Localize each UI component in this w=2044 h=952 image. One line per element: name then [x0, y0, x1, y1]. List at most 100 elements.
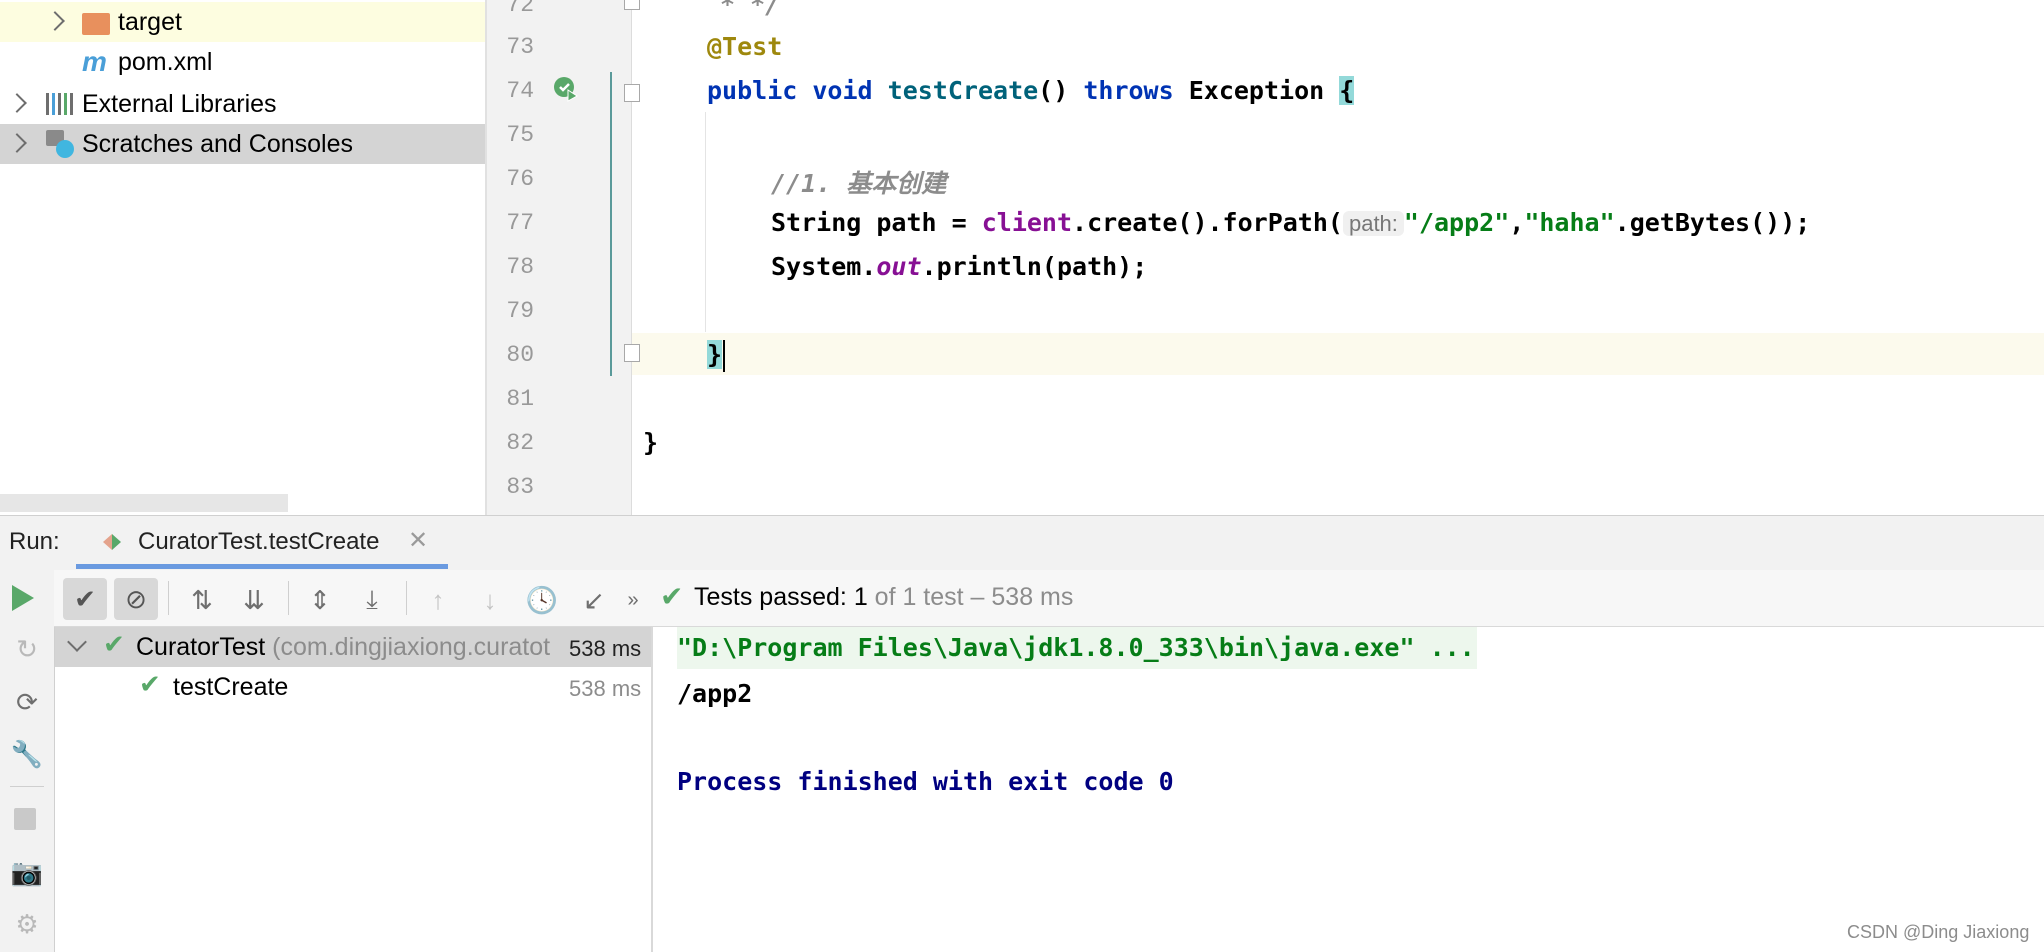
close-tab-icon[interactable]: ✕ [408, 526, 428, 555]
test-history-icon[interactable]: 🕓 [522, 580, 562, 620]
code-token: testCreate [887, 76, 1039, 105]
code-line-72: * */ [720, 0, 780, 19]
settings-wrench-icon[interactable]: 🔧 [8, 735, 46, 773]
console-output-line: /app2 [677, 679, 753, 708]
toolbar-separator [406, 581, 407, 615]
code-token: throws [1083, 76, 1174, 105]
line-number: 73 [506, 34, 534, 60]
test-node-root[interactable]: ✔ CuratorTest (com.dingjiaxiong.curatot … [55, 627, 651, 667]
console-command-line[interactable]: "D:\Program Files\Java\jdk1.8.0_333\bin\… [677, 627, 1477, 669]
more-actions-icon[interactable]: » [622, 580, 644, 620]
code-line-82: } [643, 428, 658, 457]
line-number: 77 [506, 210, 534, 236]
line-number: 72 [506, 0, 534, 18]
folder-icon [82, 13, 110, 35]
tree-item-label: Scratches and Consoles [82, 130, 353, 158]
code-line-80: } [707, 340, 723, 369]
text-cursor [723, 340, 725, 372]
toolbar-separator [288, 581, 289, 615]
chevron-down-icon[interactable] [67, 632, 87, 652]
fold-marker-icon[interactable] [624, 344, 640, 362]
test-class-name: CuratorTest [136, 633, 266, 661]
library-icon [46, 93, 74, 115]
fold-marker-icon[interactable] [624, 0, 640, 10]
previous-failed-icon[interactable]: ↑ [418, 580, 458, 620]
tree-item-scratches[interactable]: Scratches and Consoles [0, 124, 485, 164]
line-number: 76 [506, 166, 534, 192]
code-token: System. [771, 252, 877, 281]
line-number: 81 [506, 386, 534, 412]
rerun-failed-icon[interactable]: ↻ [8, 630, 46, 668]
line-number: 74 [506, 78, 534, 104]
tree-item-external-libraries[interactable]: External Libraries [0, 84, 485, 124]
sort-by-duration-icon[interactable]: ⇊ [234, 580, 274, 620]
console-output[interactable]: "D:\Program Files\Java\jdk1.8.0_333\bin\… [653, 627, 2044, 952]
test-method-name: testCreate [173, 673, 289, 701]
toolbar-divider [10, 786, 44, 787]
tree-item-target[interactable]: target [0, 2, 485, 42]
current-line-highlight [632, 333, 2044, 375]
show-passed-icon[interactable]: ✔ [63, 578, 107, 620]
code-token: "/app2" [1403, 208, 1510, 237]
horizontal-scrollbar[interactable] [0, 494, 288, 512]
code-token: out [876, 252, 922, 281]
test-node-label: CuratorTest (com.dingjiaxiong.curatot [136, 633, 618, 662]
console-exit-line: Process finished with exit code 0 [677, 767, 1174, 796]
toolbar-separator [168, 581, 169, 615]
tree-item-label: target [118, 8, 182, 36]
code-editor[interactable]: 72 73 74 75 76 77 78 79 80 81 82 83 * */… [487, 0, 2044, 515]
run-tool-header: Run: CuratorTest.testCreate ✕ [0, 515, 2044, 571]
code-token: @Test [707, 32, 783, 61]
run-tab[interactable]: CuratorTest.testCreate ✕ [76, 516, 448, 571]
line-number: 80 [506, 342, 534, 368]
collapse-all-icon[interactable]: ⤓ [352, 580, 392, 620]
show-ignored-icon[interactable]: ⊘ [114, 578, 158, 620]
line-number: 83 [506, 474, 534, 500]
run-tab-label: CuratorTest.testCreate [138, 528, 380, 555]
chevron-right-icon[interactable] [7, 93, 27, 113]
run-test-gutter-icon[interactable] [553, 76, 579, 102]
import-tests-icon[interactable]: ↙ [574, 580, 614, 620]
tree-item-label: External Libraries [82, 90, 277, 118]
scope-indicator [610, 72, 612, 376]
code-token: } [707, 340, 723, 369]
tree-item-label: pom.xml [118, 48, 213, 76]
active-tab-underline [76, 564, 448, 569]
line-number: 79 [506, 298, 534, 324]
code-token: .create().forPath( [1072, 208, 1343, 237]
chevron-right-icon[interactable] [45, 11, 65, 31]
code-line-74: public void testCreate() throws Exceptio… [707, 76, 1355, 105]
code-token: .println(path); [921, 252, 1148, 281]
code-token: * */ [720, 0, 781, 19]
test-node-child[interactable]: ✔ testCreate 538 ms [55, 667, 651, 707]
test-duration: 538 ms [565, 636, 642, 662]
sort-alphabetically-icon[interactable]: ⇅ [182, 580, 222, 620]
camera-icon[interactable]: 📷 [8, 853, 46, 891]
next-failed-icon[interactable]: ↓ [470, 580, 510, 620]
code-token: , [1509, 208, 1525, 237]
test-class-package: (com.dingjiaxiong.curatot [272, 633, 551, 661]
status-count: 1 [853, 583, 868, 611]
run-label: Run: [9, 528, 60, 555]
code-line-76: //1. 基本创建 [771, 164, 946, 200]
code-token: public [707, 76, 798, 105]
bug-icon[interactable]: ⚙ [8, 905, 46, 943]
toggle-auto-test-icon[interactable]: ⟳ [8, 683, 46, 721]
stop-icon[interactable] [14, 808, 36, 830]
test-results-tree: ✔ CuratorTest (com.dingjiaxiong.curatot … [55, 627, 651, 952]
chevron-right-icon[interactable] [7, 133, 27, 153]
tree-item-pom[interactable]: m pom.xml [0, 42, 485, 82]
code-token: void [812, 76, 873, 105]
line-number: 82 [506, 430, 534, 456]
status-prefix: Tests passed: [694, 583, 854, 611]
test-passed-icon: ✔ [103, 629, 125, 659]
rerun-icon[interactable] [12, 585, 34, 611]
test-passed-icon: ✔ [139, 669, 161, 699]
line-number: 75 [506, 122, 534, 148]
indent-guide [705, 112, 706, 332]
gutter-separator [631, 0, 632, 515]
expand-all-icon[interactable]: ⇕ [300, 580, 340, 620]
fold-marker-icon[interactable] [624, 84, 640, 102]
code-line-78: System.out.println(path); [771, 252, 1147, 281]
code-token: Exception [1188, 76, 1325, 105]
